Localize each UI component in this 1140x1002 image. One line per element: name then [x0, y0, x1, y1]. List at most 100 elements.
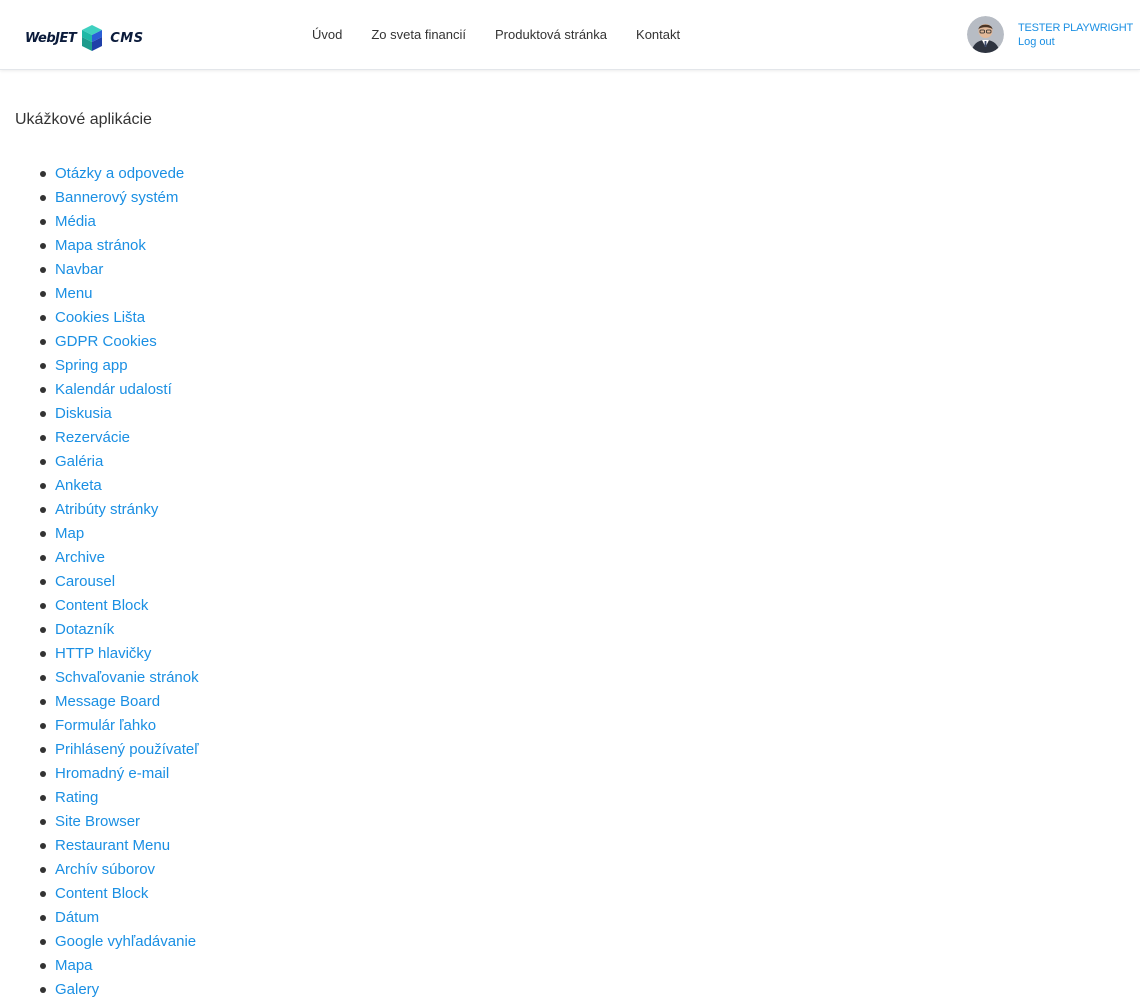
app-link[interactable]: Menu: [55, 285, 93, 302]
app-link[interactable]: Mapa stránok: [55, 237, 146, 254]
bullet-icon: [40, 507, 46, 513]
app-link[interactable]: Formulár ľahko: [55, 717, 156, 734]
webjet-logo[interactable]: WebJET CMS: [25, 23, 165, 53]
nav-item-zo-sveta-financii[interactable]: Zo sveta financií: [371, 26, 466, 44]
logo-right-text: CMS: [110, 30, 144, 46]
app-link[interactable]: Message Board: [55, 693, 160, 710]
bullet-icon: [40, 291, 46, 297]
list-item: Kalendár udalostí: [15, 378, 199, 402]
app-link[interactable]: Spring app: [55, 357, 128, 374]
list-item: Archív súborov: [15, 858, 199, 882]
list-item: Archive: [15, 546, 199, 570]
app-link[interactable]: Navbar: [55, 261, 103, 278]
list-item: Diskusia: [15, 402, 199, 426]
logo-left-text: WebJET: [25, 30, 77, 46]
list-item: Spring app: [15, 354, 199, 378]
bullet-icon: [40, 315, 46, 321]
app-link[interactable]: Archív súborov: [55, 861, 155, 878]
app-link[interactable]: Hromadný e-mail: [55, 765, 169, 782]
app-link[interactable]: Content Block: [55, 885, 148, 902]
app-link[interactable]: Prihlásený používateľ: [55, 741, 199, 758]
app-link[interactable]: Cookies Lišta: [55, 309, 145, 326]
bullet-icon: [40, 699, 46, 705]
app-link[interactable]: Média: [55, 213, 96, 230]
bullet-icon: [40, 219, 46, 225]
nav-item-uvod[interactable]: Úvod: [312, 26, 342, 44]
app-link[interactable]: GDPR Cookies: [55, 333, 157, 350]
app-link[interactable]: Dátum: [55, 909, 99, 926]
bullet-icon: [40, 243, 46, 249]
bullet-icon: [40, 171, 46, 177]
app-link[interactable]: Rating: [55, 789, 98, 806]
app-link[interactable]: Bannerový systém: [55, 189, 178, 206]
list-item: Navbar: [15, 258, 199, 282]
list-item: Rezervácie: [15, 426, 199, 450]
list-item: Formulár ľahko: [15, 714, 199, 738]
app-link[interactable]: Archive: [55, 549, 105, 566]
list-item: Atribúty stránky: [15, 498, 199, 522]
list-item: Restaurant Menu: [15, 834, 199, 858]
app-link[interactable]: Otázky a odpovede: [55, 165, 184, 182]
nav-item-produktova-stranka[interactable]: Produktová stránka: [495, 26, 607, 44]
app-link[interactable]: Google vyhľadávanie: [55, 933, 196, 950]
list-item: Dotazník: [15, 618, 199, 642]
list-item: Galéria: [15, 450, 199, 474]
user-panel: TESTER PLAYWRIGHT Log out: [967, 16, 1133, 53]
app-link[interactable]: Galéria: [55, 453, 103, 470]
bullet-icon: [40, 411, 46, 417]
app-link[interactable]: Galery: [55, 981, 99, 998]
list-item: Anketa: [15, 474, 199, 498]
bullet-icon: [40, 435, 46, 441]
app-link[interactable]: Schvaľovanie stránok: [55, 669, 199, 686]
bullet-icon: [40, 555, 46, 561]
list-item: Prihlásený používateľ: [15, 738, 199, 762]
list-item: Galery: [15, 978, 199, 1002]
app-link[interactable]: Map: [55, 525, 84, 542]
list-item: Message Board: [15, 690, 199, 714]
list-item: Dátum: [15, 906, 199, 930]
app-link[interactable]: Atribúty stránky: [55, 501, 158, 518]
bullet-icon: [40, 723, 46, 729]
app-link[interactable]: Diskusia: [55, 405, 112, 422]
app-link[interactable]: Mapa: [55, 957, 93, 974]
logout-link[interactable]: Log out: [1018, 35, 1133, 49]
bullet-icon: [40, 963, 46, 969]
bullet-icon: [40, 987, 46, 993]
site-header: WebJET CMS Úvod Zo sveta financií Produk…: [0, 0, 1140, 70]
bullet-icon: [40, 891, 46, 897]
bullet-icon: [40, 675, 46, 681]
app-link[interactable]: Content Block: [55, 597, 148, 614]
list-item: Content Block: [15, 594, 199, 618]
list-item: Menu: [15, 282, 199, 306]
list-item: Schvaľovanie stránok: [15, 666, 199, 690]
user-name[interactable]: TESTER PLAYWRIGHT: [1018, 21, 1133, 35]
app-link[interactable]: HTTP hlavičky: [55, 645, 151, 662]
bullet-icon: [40, 579, 46, 585]
bullet-icon: [40, 483, 46, 489]
page-title: Ukážkové aplikácie: [15, 111, 152, 128]
list-item: Content Block: [15, 882, 199, 906]
list-item: Hromadný e-mail: [15, 762, 199, 786]
list-item: Carousel: [15, 570, 199, 594]
list-item: Otázky a odpovede: [15, 162, 199, 186]
nav-item-kontakt[interactable]: Kontakt: [636, 26, 680, 44]
bullet-icon: [40, 603, 46, 609]
app-link[interactable]: Dotazník: [55, 621, 114, 638]
bullet-icon: [40, 267, 46, 273]
list-item: Rating: [15, 786, 199, 810]
user-avatar-icon[interactable]: [967, 16, 1004, 53]
app-link[interactable]: Kalendár udalostí: [55, 381, 172, 398]
list-item: Bannerový systém: [15, 186, 199, 210]
app-link[interactable]: Restaurant Menu: [55, 837, 170, 854]
list-item: GDPR Cookies: [15, 330, 199, 354]
bullet-icon: [40, 627, 46, 633]
app-link[interactable]: Site Browser: [55, 813, 140, 830]
list-item: Cookies Lišta: [15, 306, 199, 330]
app-link[interactable]: Rezervácie: [55, 429, 130, 446]
app-link[interactable]: Carousel: [55, 573, 115, 590]
bullet-icon: [40, 363, 46, 369]
app-link[interactable]: Anketa: [55, 477, 102, 494]
bullet-icon: [40, 387, 46, 393]
webjet-cube-icon: [82, 25, 103, 51]
bullet-icon: [40, 771, 46, 777]
